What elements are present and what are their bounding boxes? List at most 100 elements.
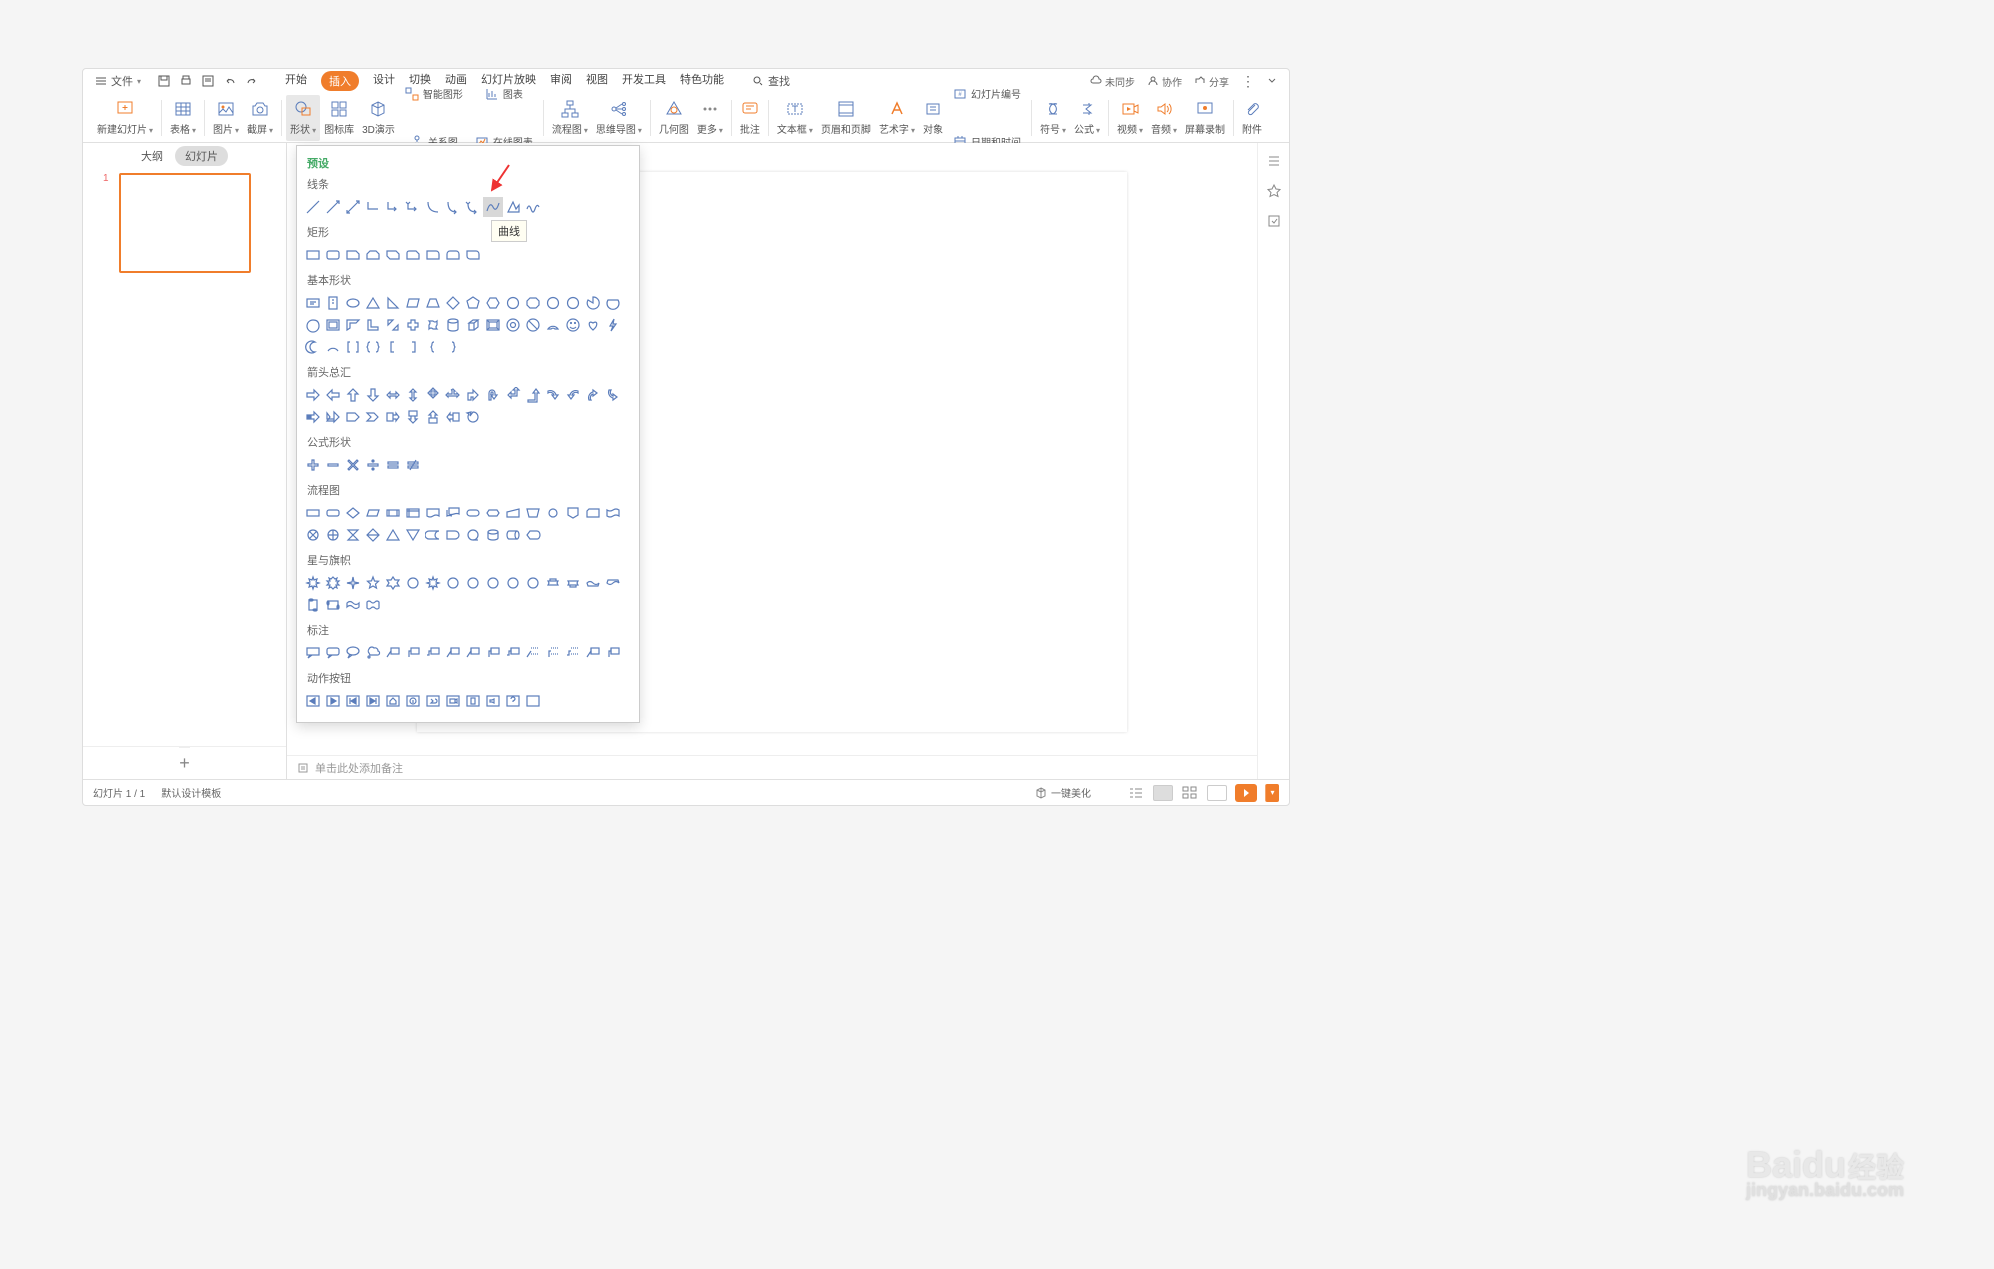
shape-dodecagon[interactable]	[563, 293, 583, 313]
shape-curve[interactable]	[483, 197, 503, 217]
fc-punched-tape[interactable]	[603, 503, 623, 523]
slideshow-dropdown[interactable]: ▾	[1265, 784, 1279, 802]
shape-arrow-curved-right[interactable]	[543, 385, 563, 405]
more-menu[interactable]: ⋮	[1241, 73, 1255, 90]
ab-sound[interactable]	[483, 691, 503, 711]
tools-icon-1[interactable]	[1266, 153, 1282, 169]
shape-curved-ribbon-up[interactable]	[583, 573, 603, 593]
slides-tab[interactable]: 幻灯片	[175, 146, 228, 166]
shape-snip-single[interactable]	[343, 245, 363, 265]
ribbon-more[interactable]: 更多	[693, 95, 727, 141]
ribbon-comment[interactable]: 批注	[736, 95, 764, 141]
fc-alt-process[interactable]	[323, 503, 343, 523]
shape-divide[interactable]	[363, 455, 383, 475]
tab-start[interactable]: 开始	[285, 71, 307, 91]
shape-frame[interactable]	[323, 315, 343, 335]
shape-arrow-down[interactable]	[363, 385, 383, 405]
fc-document[interactable]	[423, 503, 443, 523]
shape-arc[interactable]	[323, 337, 343, 357]
shape-pentagon[interactable]	[463, 293, 483, 313]
fc-display[interactable]	[523, 525, 543, 545]
shape-star24[interactable]	[503, 573, 523, 593]
fc-internal-storage[interactable]	[403, 503, 423, 523]
fc-sort[interactable]	[363, 525, 383, 545]
shape-arrow-right[interactable]	[303, 385, 323, 405]
shape-pie[interactable]	[583, 293, 603, 313]
shape-arrow-leftright[interactable]	[383, 385, 403, 405]
shape-round-single[interactable]	[423, 245, 443, 265]
shape-curve-connector[interactable]	[423, 197, 443, 217]
save-icon[interactable]	[157, 74, 171, 88]
shape-text-box-v[interactable]	[323, 293, 343, 313]
redo-icon[interactable]	[245, 74, 259, 88]
ribbon-wordart[interactable]: 艺术字	[875, 95, 919, 141]
shape-arrow-bentup[interactable]	[523, 385, 543, 405]
shape-star5[interactable]	[363, 573, 383, 593]
shape-explosion1[interactable]	[303, 573, 323, 593]
shape-star16[interactable]	[483, 573, 503, 593]
shape-arrow-striped[interactable]	[303, 407, 323, 427]
shape-line-callout3-accent[interactable]	[503, 643, 523, 663]
shape-right-triangle[interactable]	[383, 293, 403, 313]
collapse-ribbon[interactable]	[1267, 75, 1277, 88]
fc-or[interactable]	[323, 525, 343, 545]
ribbon-video[interactable]: 视频	[1113, 95, 1147, 141]
fc-magnetic-disk[interactable]	[483, 525, 503, 545]
fc-collate[interactable]	[343, 525, 363, 545]
shape-text-box[interactable]	[303, 293, 323, 313]
beautify-button[interactable]: 一键美化	[1035, 785, 1091, 800]
fc-seq-storage[interactable]	[463, 525, 483, 545]
ribbon-flowchart[interactable]: 流程图	[548, 95, 592, 141]
shape-right-bracket[interactable]	[403, 337, 423, 357]
ribbon-new-slide[interactable]: 新建幻灯片	[93, 95, 157, 141]
shape-chevron[interactable]	[363, 407, 383, 427]
shape-star6[interactable]	[383, 573, 403, 593]
shape-plaque[interactable]	[423, 315, 443, 335]
tab-devtools[interactable]: 开发工具	[622, 71, 666, 91]
shape-arrow-callout-l[interactable]	[443, 407, 463, 427]
shape-double-bracket[interactable]	[343, 337, 363, 357]
ribbon-shape[interactable]: 形状	[286, 95, 320, 141]
shape-arrow-callout-r[interactable]	[383, 407, 403, 427]
ribbon-3d[interactable]: 3D演示	[358, 95, 399, 141]
shape-arrow-uturn[interactable]	[483, 385, 503, 405]
shape-block-arc[interactable]	[543, 315, 563, 335]
shape-line-callout4[interactable]	[443, 643, 463, 663]
shape-plus-sign[interactable]	[303, 455, 323, 475]
shape-line-callout1-noborder[interactable]	[523, 643, 543, 663]
sync-status[interactable]: 未同步	[1090, 74, 1135, 89]
shape-arrow-up[interactable]	[343, 385, 363, 405]
fc-stored-data[interactable]	[423, 525, 443, 545]
ribbon-attachment[interactable]: 附件	[1238, 95, 1266, 141]
shape-freeform[interactable]	[503, 197, 523, 217]
ab-help[interactable]	[503, 691, 523, 711]
shape-star32[interactable]	[523, 573, 543, 593]
shape-line-arrow[interactable]	[323, 197, 343, 217]
shape-heart[interactable]	[583, 315, 603, 335]
shape-oval[interactable]	[343, 293, 363, 313]
fc-manual-input[interactable]	[503, 503, 523, 523]
ribbon-object[interactable]: 对象	[919, 95, 947, 141]
shape-curved-ribbon-down[interactable]	[603, 573, 623, 593]
tools-icon-3[interactable]	[1266, 213, 1282, 229]
shape-chord[interactable]	[603, 293, 623, 313]
shape-arrow-left[interactable]	[323, 385, 343, 405]
shape-line-callout2-noborder[interactable]	[543, 643, 563, 663]
shape-line-callout3-noborder[interactable]	[563, 643, 583, 663]
shape-elbow-double[interactable]	[403, 197, 423, 217]
shape-callout-oval[interactable]	[343, 643, 363, 663]
ribbon-symbol[interactable]: 符号	[1036, 95, 1070, 141]
shape-arrow-leftrightup[interactable]	[443, 385, 463, 405]
shape-line-callout2[interactable]	[403, 643, 423, 663]
fc-delay[interactable]	[443, 525, 463, 545]
shape-explosion2[interactable]	[323, 573, 343, 593]
shape-rect[interactable]	[303, 245, 323, 265]
shape-pentagon-arrow[interactable]	[343, 407, 363, 427]
shape-diag-stripe[interactable]	[383, 315, 403, 335]
fc-offpage[interactable]	[563, 503, 583, 523]
shape-round-same[interactable]	[443, 245, 463, 265]
shape-left-bracket[interactable]	[383, 337, 403, 357]
shape-horiz-scroll[interactable]	[323, 595, 343, 615]
fc-connector[interactable]	[543, 503, 563, 523]
shape-no[interactable]	[523, 315, 543, 335]
